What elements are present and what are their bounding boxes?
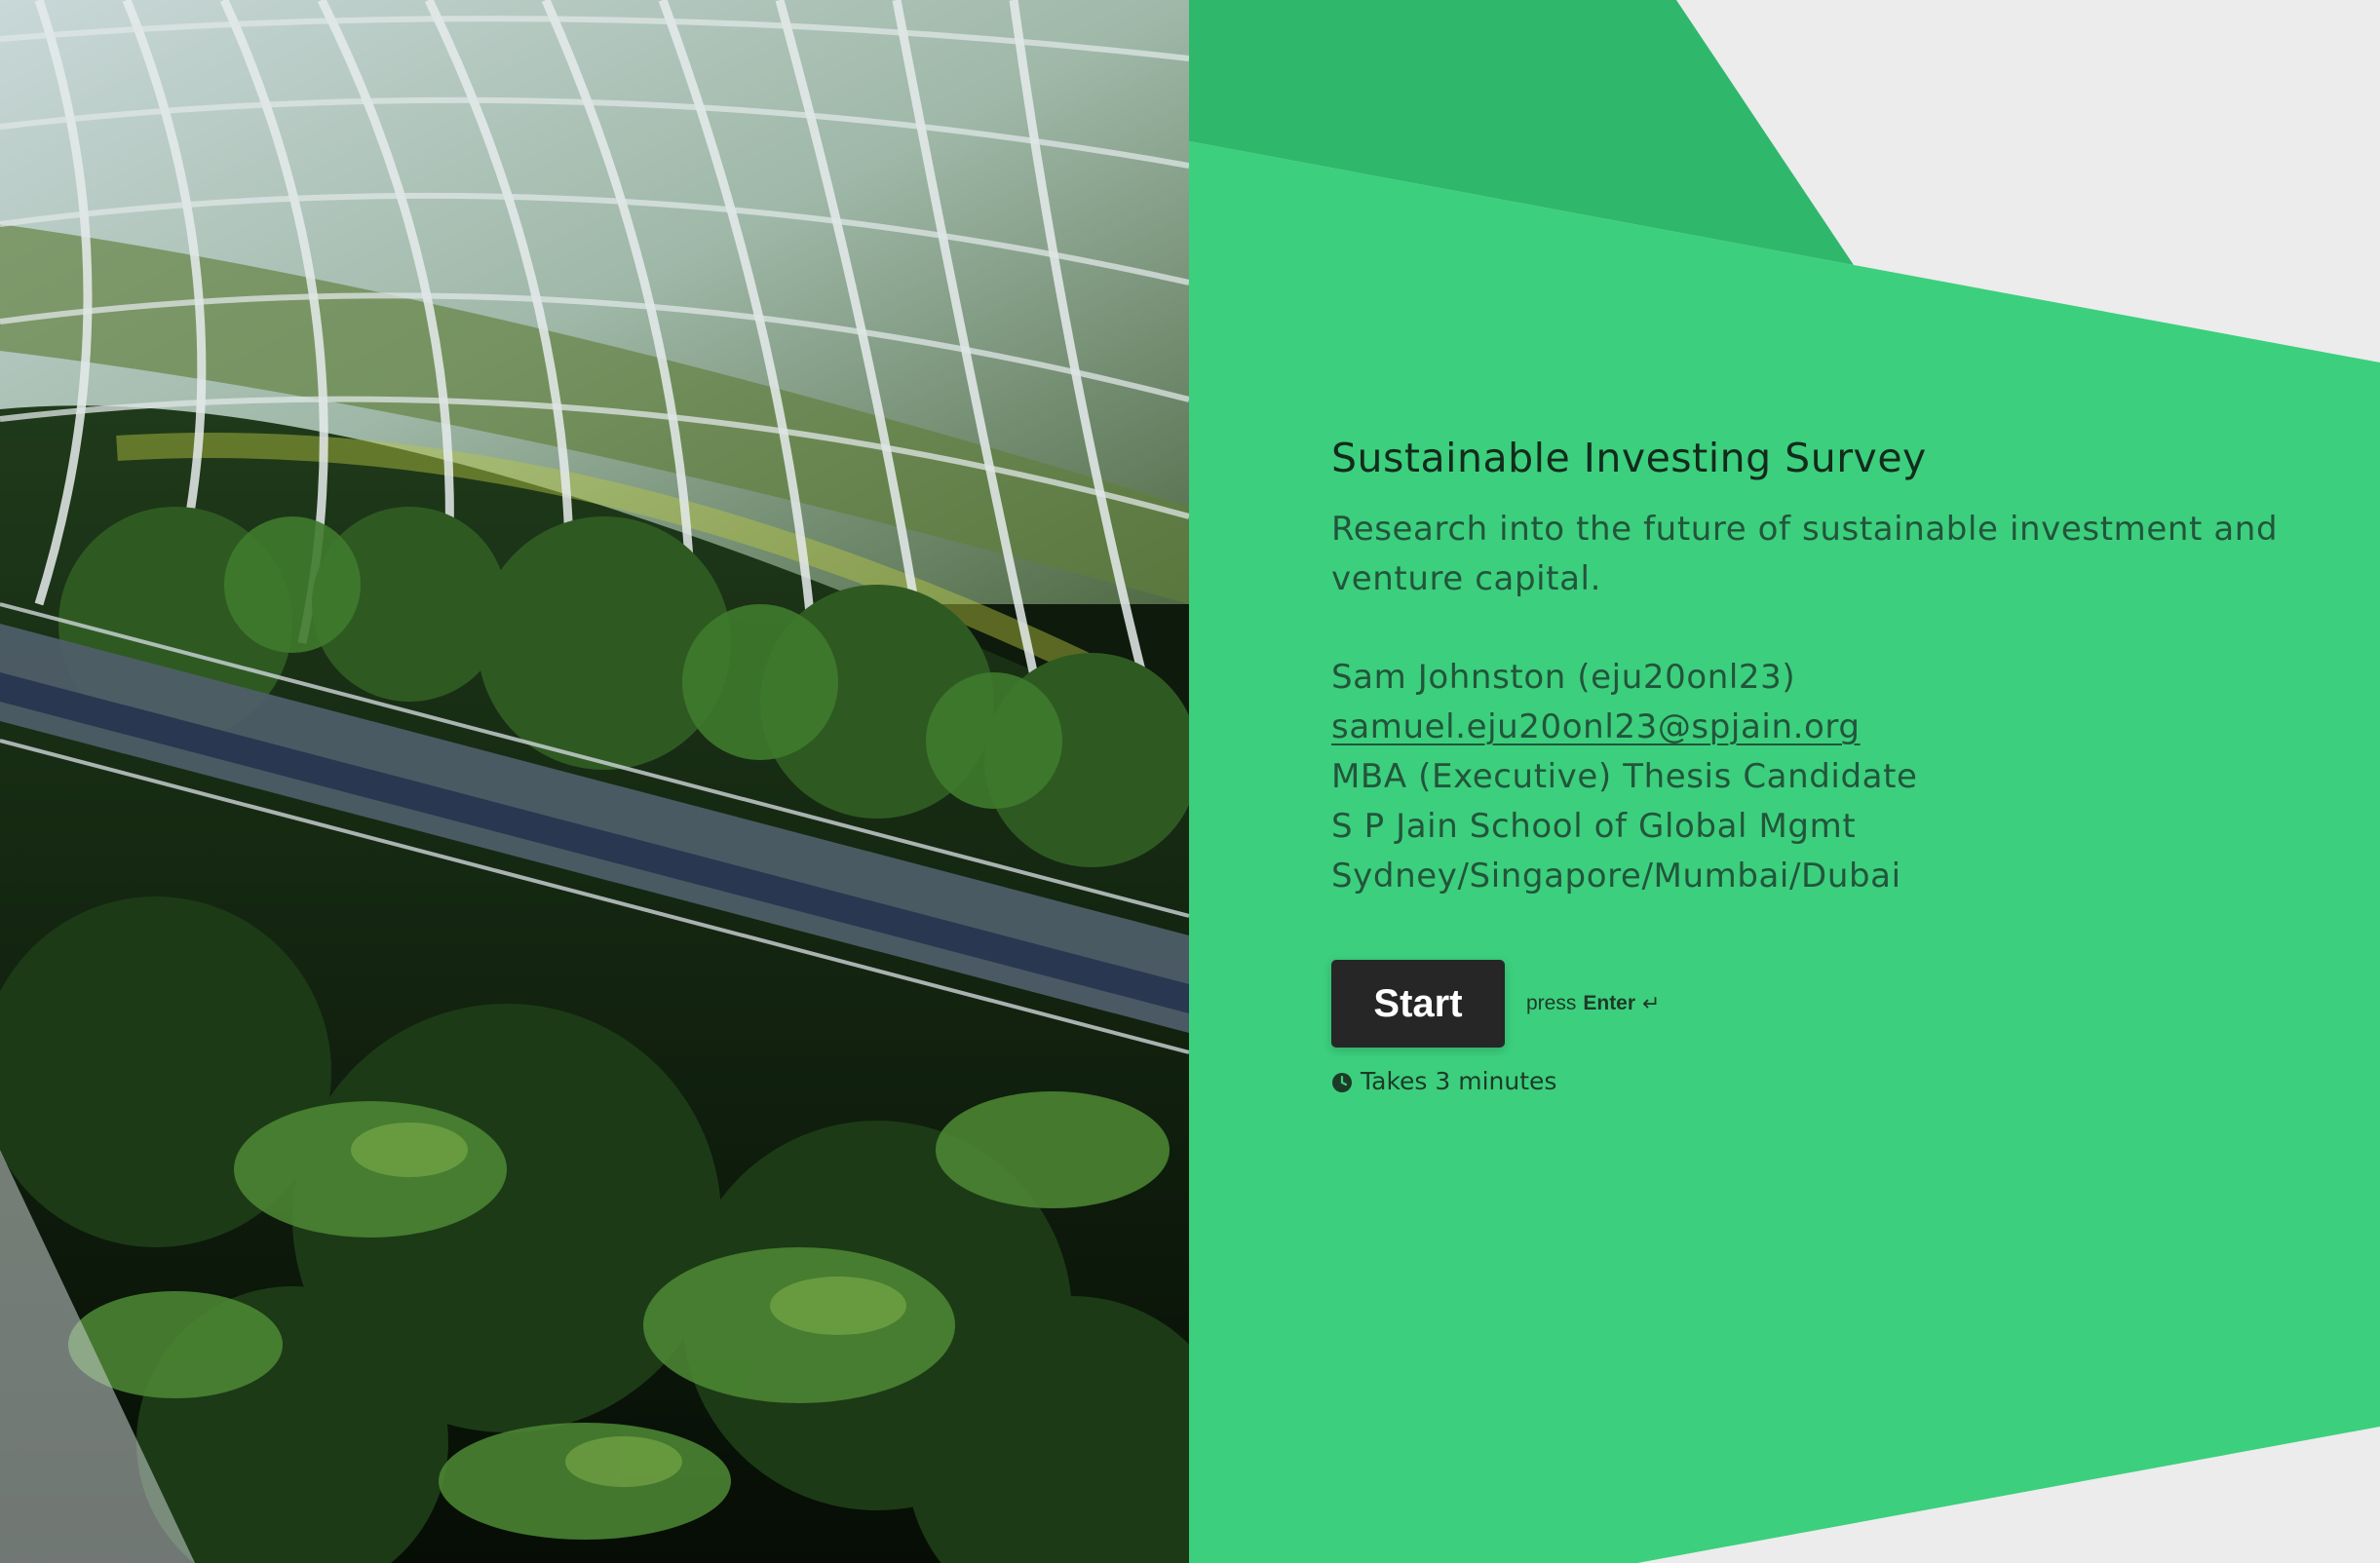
hint-prefix: press — [1526, 992, 1577, 1014]
welcome-content: Sustainable Investing Survey Research in… — [1331, 429, 2286, 1095]
survey-title: Sustainable Investing Survey — [1331, 435, 1927, 481]
survey-description: Research into the future of sustainable … — [1331, 510, 2279, 598]
keyboard-hint: press Enter ↵ — [1526, 991, 1660, 1016]
author-campuses: Sydney/Singapore/Mumbai/Dubai — [1331, 857, 1901, 896]
start-actions: Start press Enter ↵ — [1331, 960, 2286, 1048]
start-button[interactable]: Start — [1331, 960, 1505, 1048]
hint-key: Enter — [1583, 992, 1636, 1014]
author-school: S P Jain School of Global Mgmt — [1331, 807, 1857, 846]
enter-icon: ↵ — [1642, 991, 1661, 1015]
cover-photo — [0, 0, 1189, 1563]
author-name: Sam Johnston (eju20onl23) — [1331, 658, 1796, 697]
author-info: Sam Johnston (eju20onl23) samuel.eju20on… — [1331, 653, 2286, 901]
author-email-line: samuel.eju20onl23@spjain.org — [1331, 703, 2286, 752]
duration-info: Takes 3 minutes — [1331, 1067, 2286, 1095]
clock-icon — [1331, 1071, 1353, 1092]
survey-welcome-screen: Sustainable Investing Survey Research in… — [0, 0, 2380, 1563]
author-email-link[interactable]: samuel.eju20onl23@spjain.org — [1331, 707, 1861, 746]
duration-text: Takes 3 minutes — [1361, 1067, 1557, 1095]
author-role: MBA (Executive) Thesis Candidate — [1331, 757, 1918, 796]
